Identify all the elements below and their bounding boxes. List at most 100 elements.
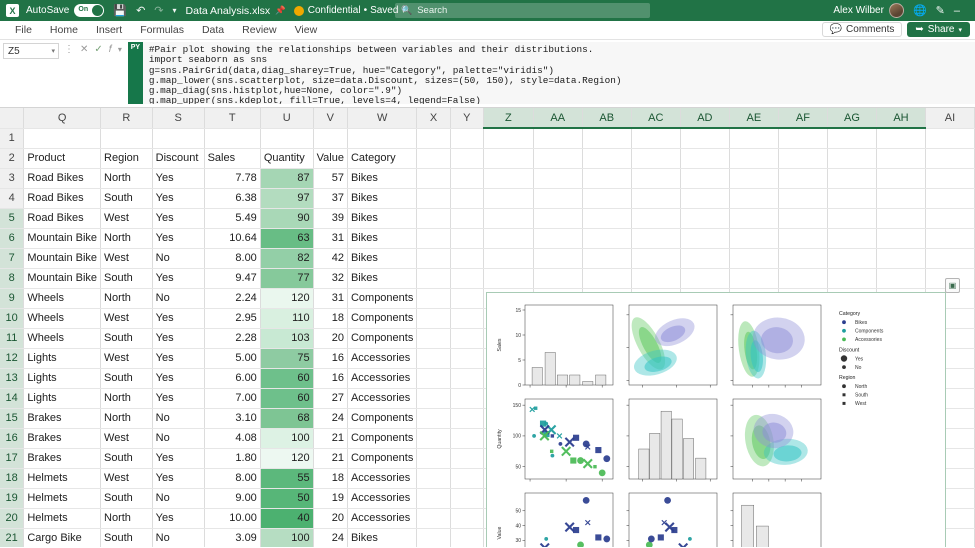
cell[interactable]: Accessories [347,468,416,488]
search-input[interactable]: 🔍 Search [395,3,650,18]
formula-expand-chevron-down-icon[interactable]: ▾ [118,45,122,54]
cell[interactable]: Yes [152,168,204,188]
cell[interactable] [450,368,483,388]
cell[interactable] [417,168,450,188]
cell[interactable] [582,248,631,268]
cell[interactable] [876,168,925,188]
column-header-V[interactable]: V [313,108,347,128]
table-row[interactable]: 3Road BikesNorthYes7.788757Bikes [0,168,975,188]
cell[interactable] [876,188,925,208]
cell[interactable]: 9.00 [204,488,260,508]
cell[interactable] [484,128,534,148]
cell[interactable]: 20 [313,508,347,528]
cell[interactable]: Helmets [24,488,101,508]
user-name[interactable]: Alex Wilber [833,5,884,16]
cell[interactable] [631,188,680,208]
row-header-9[interactable]: 9 [0,288,24,308]
cell[interactable] [533,228,582,248]
comments-button[interactable]: 💬 Comments [822,22,903,37]
cell[interactable]: 2.28 [204,328,260,348]
formula-code-editor[interactable]: #Pair plot showing the relationships bet… [143,42,975,104]
column-header-AA[interactable]: AA [533,108,582,128]
cell[interactable]: West [101,308,153,328]
cell[interactable]: Yes [152,508,204,528]
cell[interactable] [101,128,153,148]
cell[interactable]: Bikes [347,188,416,208]
cell[interactable]: Road Bikes [24,188,101,208]
row-header-2[interactable]: 2 [0,148,24,168]
cell[interactable] [450,328,483,348]
cell[interactable] [533,268,582,288]
cell[interactable] [778,268,827,288]
column-header-X[interactable]: X [417,108,450,128]
cell[interactable]: 19 [313,488,347,508]
cell[interactable]: Bikes [347,168,416,188]
cell[interactable] [417,408,450,428]
cell[interactable]: North [101,508,153,528]
cell[interactable]: Components [347,288,416,308]
cell[interactable] [729,248,778,268]
row-header-3[interactable]: 3 [0,168,24,188]
row-header-6[interactable]: 6 [0,228,24,248]
cell[interactable]: North [101,228,153,248]
cell[interactable]: Value [313,148,347,168]
table-row[interactable]: 7Mountain BikeWestNo8.008242Bikes [0,248,975,268]
cell[interactable] [417,148,450,168]
column-header-AD[interactable]: AD [680,108,729,128]
table-row[interactable]: 4Road BikesSouthYes6.389737Bikes [0,188,975,208]
cell[interactable] [680,228,729,248]
column-header-AG[interactable]: AG [827,108,876,128]
cell[interactable] [417,468,450,488]
cell[interactable]: 87 [260,168,313,188]
cell[interactable] [417,508,450,528]
cell[interactable] [876,268,925,288]
column-header-R[interactable]: R [101,108,153,128]
cell[interactable]: 5.49 [204,208,260,228]
cell[interactable]: 4.08 [204,428,260,448]
cell[interactable] [152,128,204,148]
cell[interactable]: No [152,248,204,268]
cell[interactable] [450,468,483,488]
cell[interactable]: Yes [152,308,204,328]
cell[interactable]: 100 [260,528,313,547]
cell[interactable]: No [152,288,204,308]
cell[interactable]: West [101,468,153,488]
pen-icon[interactable]: ✎ [936,4,945,17]
cell[interactable] [582,168,631,188]
cell[interactable]: North [101,408,153,428]
cell[interactable]: 110 [260,308,313,328]
row-header-21[interactable]: 21 [0,528,24,547]
cell[interactable]: 103 [260,328,313,348]
cell[interactable] [680,168,729,188]
cell[interactable] [729,208,778,228]
cell[interactable]: Yes [152,328,204,348]
cell[interactable]: Yes [152,388,204,408]
cell[interactable]: 77 [260,268,313,288]
row-header-12[interactable]: 12 [0,348,24,368]
cell[interactable] [729,228,778,248]
cell[interactable] [450,528,483,547]
cell[interactable] [827,268,876,288]
cell[interactable] [876,148,925,168]
cell[interactable] [680,208,729,228]
column-header-AH[interactable]: AH [876,108,925,128]
cell[interactable] [484,248,534,268]
cell[interactable] [417,248,450,268]
cell[interactable] [680,188,729,208]
cell[interactable]: Components [347,328,416,348]
cell[interactable] [204,128,260,148]
column-header-AC[interactable]: AC [631,108,680,128]
cell[interactable]: Bikes [347,228,416,248]
column-header-Q[interactable]: Q [24,108,101,128]
tab-home[interactable]: Home [41,21,87,40]
cell[interactable]: Accessories [347,368,416,388]
cell[interactable] [827,228,876,248]
cell[interactable]: Bikes [347,248,416,268]
cell[interactable]: 1.80 [204,448,260,468]
cell[interactable]: Helmets [24,508,101,528]
cell[interactable]: South [101,448,153,468]
cell[interactable] [417,428,450,448]
row-header-15[interactable]: 15 [0,408,24,428]
cell[interactable]: 3.09 [204,528,260,547]
tab-file[interactable]: File [6,21,41,40]
